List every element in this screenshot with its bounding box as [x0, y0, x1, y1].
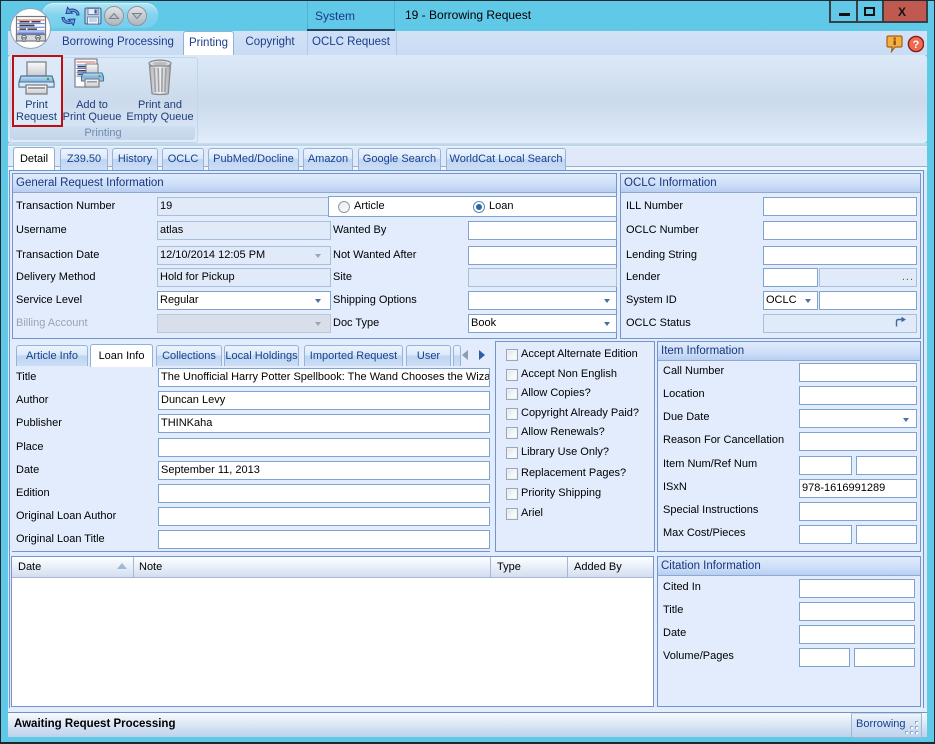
svg-text:?: ? [913, 39, 920, 51]
